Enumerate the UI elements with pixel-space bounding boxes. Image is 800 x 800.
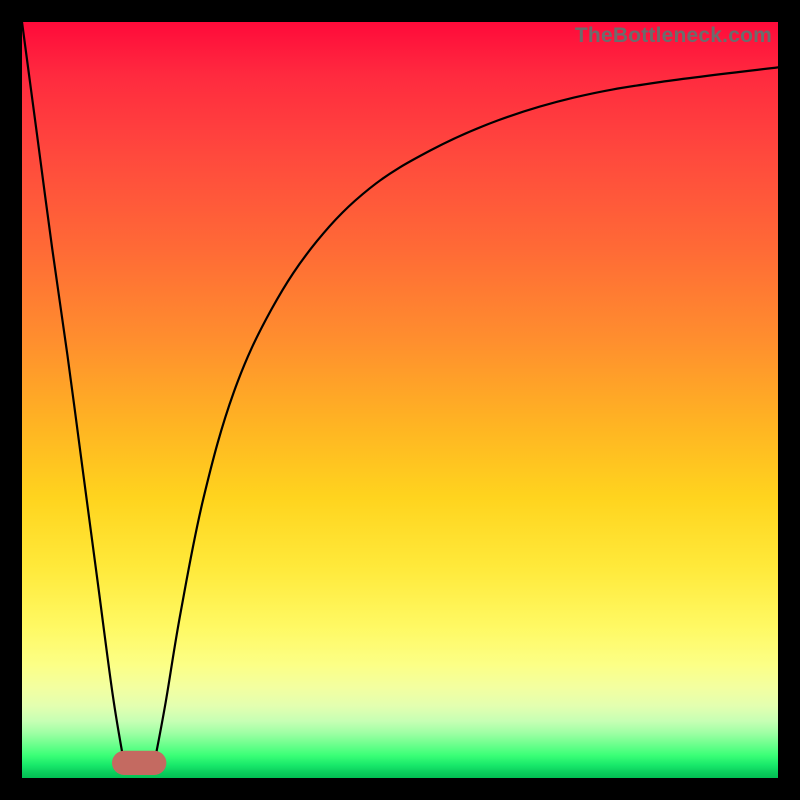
chart-frame: TheBottleneck.com	[0, 0, 800, 800]
bottleneck-curve	[22, 22, 778, 774]
optimal-zone-marker	[112, 751, 166, 775]
watermark-text: TheBottleneck.com	[575, 24, 772, 48]
chart-svg	[22, 22, 778, 778]
plot-area: TheBottleneck.com	[22, 22, 778, 778]
